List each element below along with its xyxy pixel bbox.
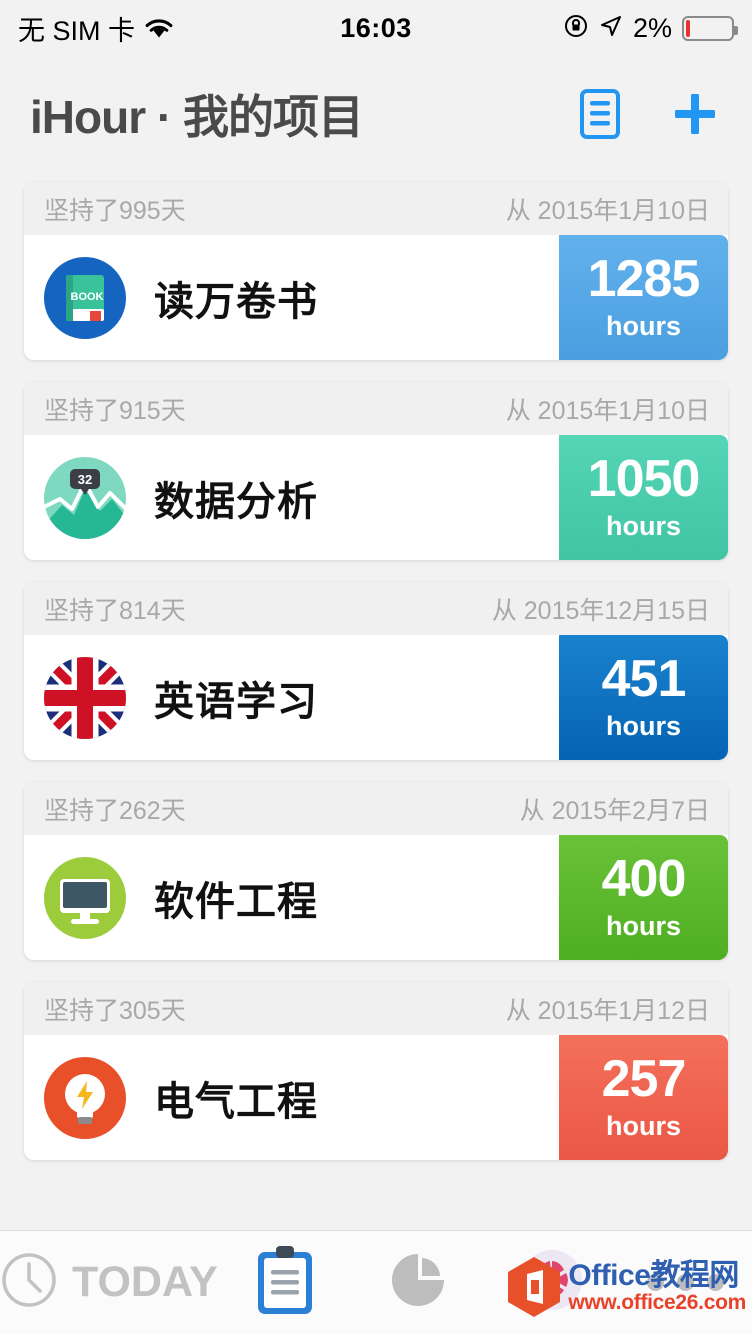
battery-percent-label: 2% — [632, 12, 672, 43]
uk-flag-icon — [42, 655, 128, 741]
hours-unit: hours — [605, 911, 681, 941]
project-name: 电气工程 — [154, 1079, 318, 1124]
tab-projects[interactable] — [218, 1231, 352, 1334]
project-card-header: 坚持了995天 从 2015年1月10日 — [24, 182, 728, 235]
project-card[interactable]: 坚持了814天 从 2015年12月15日 英语学习 451 hours — [24, 582, 728, 760]
hours-value: 257 — [601, 1050, 687, 1108]
hours-value: 451 — [601, 650, 687, 708]
status-bar: 无 SIM 卡 16:03 2% — [0, 0, 752, 56]
project-card-body: 电气工程 257 hours — [24, 1035, 728, 1160]
project-name: 数据分析 — [154, 479, 318, 524]
project-card-header: 坚持了814天 从 2015年12月15日 — [24, 582, 728, 635]
streak-label: 坚持了305天 — [44, 996, 186, 1025]
page-title: iHour · 我的项目 — [30, 91, 364, 143]
project-card-header: 坚持了915天 从 2015年1月10日 — [24, 382, 728, 435]
clipboard-icon — [254, 1244, 316, 1321]
watermark-text: Office教程网 www.office26.com — [568, 1260, 746, 1314]
location-arrow-icon — [599, 14, 623, 43]
hours-badge: 257 hours — [559, 1035, 728, 1160]
since-date-label: 从 2015年1月10日 — [505, 396, 710, 425]
chart-analysis-icon: 32 — [42, 455, 128, 541]
navigation-bar: iHour · 我的项目 — [0, 56, 752, 172]
project-card-header: 坚持了305天 从 2015年1月12日 — [24, 982, 728, 1035]
battery-icon — [682, 15, 738, 41]
project-name: 读万卷书 — [154, 279, 318, 324]
tab-today-label: TODAY — [72, 1258, 218, 1306]
book-icon: BOOK — [42, 255, 128, 341]
project-card-left: 32 数据分析 — [24, 435, 559, 560]
rotation-lock-icon — [563, 13, 589, 44]
hours-unit: hours — [605, 311, 681, 341]
project-card-header: 坚持了262天 从 2015年2月7日 — [24, 782, 728, 835]
hours-value: 1285 — [587, 250, 701, 308]
watermark-url: www.office26.com — [568, 1290, 746, 1314]
hours-value: 1050 — [587, 450, 701, 508]
project-name: 英语学习 — [154, 679, 318, 724]
project-card-left: BOOK 读万卷书 — [24, 235, 559, 360]
app-root: 无 SIM 卡 16:03 2% iHour · 我的项目 坚持了995天 从 … — [0, 0, 752, 1334]
since-date-label: 从 2015年1月12日 — [505, 996, 710, 1025]
project-list: 坚持了995天 从 2015年1月10日 BOOK 读万卷书 1285 hour… — [0, 172, 752, 1160]
project-card-body: 英语学习 451 hours — [24, 635, 728, 760]
streak-label: 坚持了262天 — [44, 796, 186, 825]
since-date-label: 从 2015年1月10日 — [505, 196, 710, 225]
project-card-left: 英语学习 — [24, 635, 559, 760]
list-view-icon[interactable] — [576, 88, 624, 140]
hours-value: 400 — [601, 850, 687, 908]
site-watermark: Office教程网 www.office26.com — [506, 1256, 746, 1318]
pie-chart-icon — [389, 1251, 447, 1314]
project-card-body: 软件工程 400 hours — [24, 835, 728, 960]
project-card[interactable]: 坚持了915天 从 2015年1月10日 32 数据分析 1050 hours — [24, 382, 728, 560]
project-name: 软件工程 — [154, 879, 318, 924]
watermark-title: Office教程网 — [568, 1259, 739, 1293]
project-card[interactable]: 坚持了305天 从 2015年1月12日 电气工程 257 hours — [24, 982, 728, 1160]
hours-badge: 400 hours — [559, 835, 728, 960]
hours-badge: 1050 hours — [559, 435, 728, 560]
add-project-icon[interactable] — [668, 87, 722, 141]
tab-today[interactable]: TODAY — [0, 1231, 218, 1334]
office-logo-icon — [506, 1256, 562, 1318]
status-bar-right: 2% — [563, 12, 738, 44]
streak-label: 坚持了915天 — [44, 396, 186, 425]
navbar-actions — [576, 87, 722, 141]
lightbulb-icon — [42, 1055, 128, 1141]
svg-text:BOOK: BOOK — [71, 291, 104, 303]
hours-badge: 1285 hours — [559, 235, 728, 360]
hours-unit: hours — [605, 711, 681, 741]
project-card-body: 32 数据分析 1050 hours — [24, 435, 728, 560]
since-date-label: 从 2015年12月15日 — [491, 596, 710, 625]
hours-badge: 451 hours — [559, 635, 728, 760]
streak-label: 坚持了995天 — [44, 196, 186, 225]
project-card-left: 电气工程 — [24, 1035, 559, 1160]
project-card-body: BOOK 读万卷书 1285 hours — [24, 235, 728, 360]
project-card[interactable]: 坚持了995天 从 2015年1月10日 BOOK 读万卷书 1285 hour… — [24, 182, 728, 360]
tab-today-content: TODAY — [0, 1251, 218, 1314]
tab-statistics[interactable] — [351, 1231, 485, 1334]
desktop-monitor-icon — [42, 855, 128, 941]
hours-unit: hours — [605, 511, 681, 541]
streak-label: 坚持了814天 — [44, 596, 186, 625]
project-card[interactable]: 坚持了262天 从 2015年2月7日 软件工程 400 hours — [24, 782, 728, 960]
project-card-left: 软件工程 — [24, 835, 559, 960]
svg-text:32: 32 — [78, 472, 92, 487]
clock-icon — [0, 1251, 58, 1314]
hours-unit: hours — [605, 1111, 681, 1141]
since-date-label: 从 2015年2月7日 — [519, 796, 710, 825]
